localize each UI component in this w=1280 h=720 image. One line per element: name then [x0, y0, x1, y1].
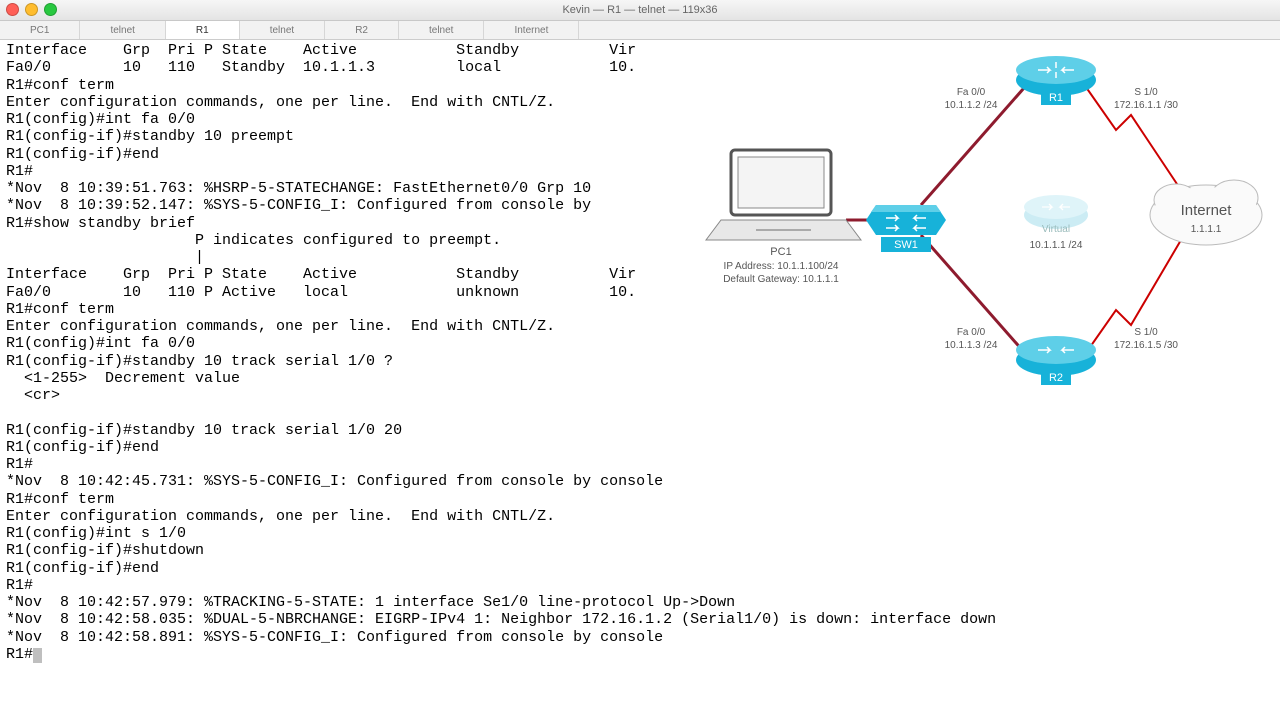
r2-left-if: Fa 0/0 [957, 327, 986, 338]
internet-ip: 1.1.1.1 [1191, 224, 1222, 235]
internet-label: Internet [1181, 202, 1233, 219]
r2-right-if: S 1/0 [1134, 327, 1158, 338]
r1-label: R1 [1049, 92, 1063, 104]
zoom-icon[interactable] [44, 3, 57, 16]
tab-r1[interactable]: R1 [166, 21, 240, 39]
tab-telnet-2[interactable]: telnet [240, 21, 325, 39]
r1-right-if: S 1/0 [1134, 87, 1158, 98]
tab-bar: PC1 telnet R1 telnet R2 telnet Internet [0, 21, 1280, 40]
r2-left-ip: 10.1.1.3 /24 [945, 340, 998, 351]
pc1-gw: Default Gateway: 10.1.1.1 [723, 274, 839, 285]
tab-internet[interactable]: Internet [484, 21, 579, 39]
pc1-label: PC1 [770, 246, 791, 258]
network-diagram: PC1 IP Address: 10.1.1.100/24 Default Ga… [686, 40, 1276, 410]
r1-left-ip: 10.1.1.2 /24 [945, 100, 998, 111]
tab-telnet-3[interactable]: telnet [399, 21, 484, 39]
cursor [33, 648, 42, 663]
r1-right-ip: 172.16.1.1 /30 [1114, 100, 1178, 111]
window-controls [6, 3, 57, 16]
sw1-label: SW1 [894, 239, 918, 251]
r1-left-if: Fa 0/0 [957, 87, 986, 98]
pc1-icon [706, 150, 861, 240]
titlebar: Kevin — R1 — telnet — 119x36 [0, 0, 1280, 21]
virtual-label: Virtual [1042, 224, 1070, 235]
switch-icon [866, 205, 946, 235]
tab-r2[interactable]: R2 [325, 21, 399, 39]
pc1-ip: IP Address: 10.1.1.100/24 [724, 261, 839, 272]
tab-pc1[interactable]: PC1 [0, 21, 80, 39]
close-icon[interactable] [6, 3, 19, 16]
window-title: Kevin — R1 — telnet — 119x36 [562, 4, 717, 16]
virtual-ip: 10.1.1.1 /24 [1030, 240, 1083, 251]
minimize-icon[interactable] [25, 3, 38, 16]
r2-label: R2 [1049, 372, 1063, 384]
r2-right-ip: 172.16.1.5 /30 [1114, 340, 1178, 351]
tab-telnet-1[interactable]: telnet [80, 21, 165, 39]
